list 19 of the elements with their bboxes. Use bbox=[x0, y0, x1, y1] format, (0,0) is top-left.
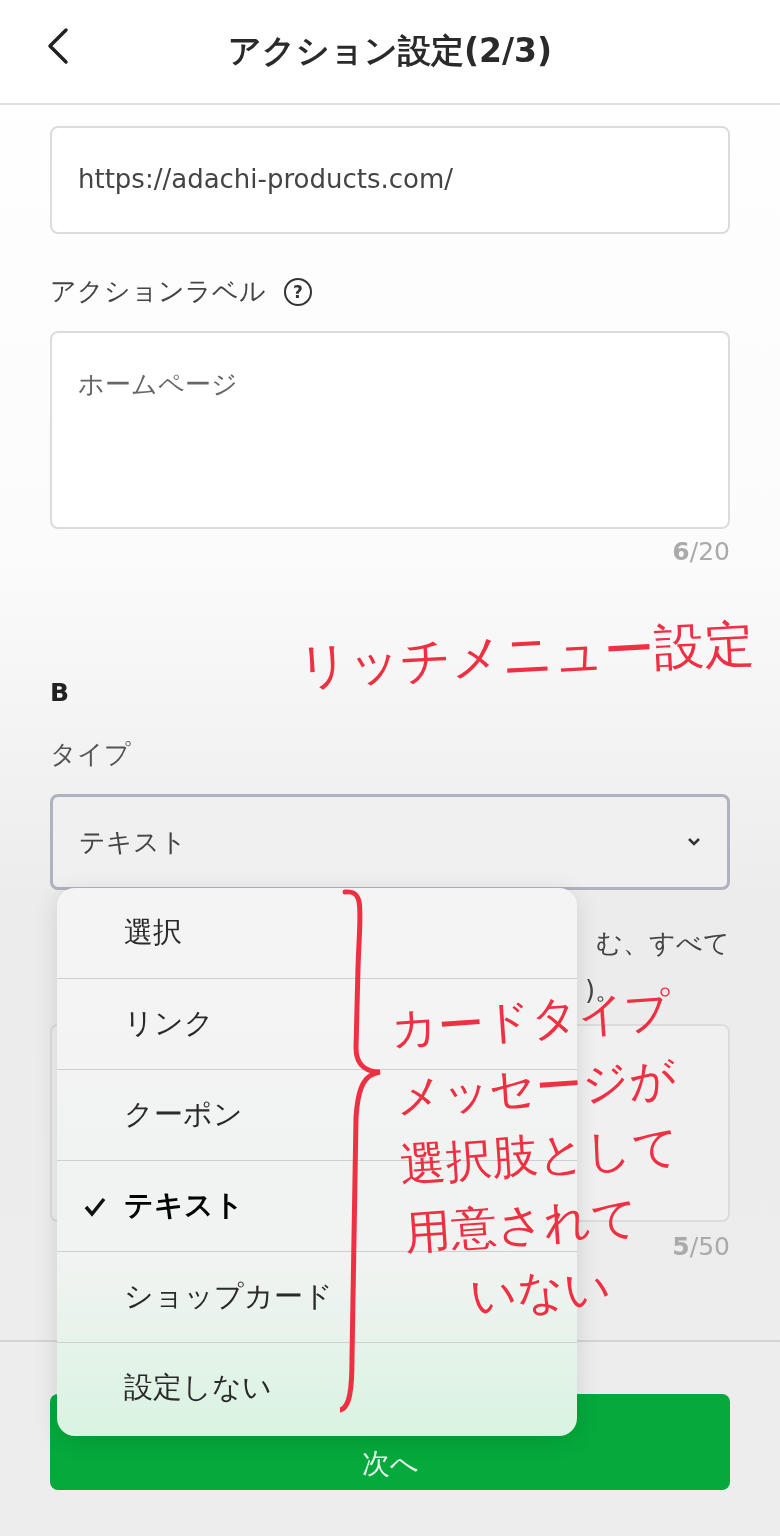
menu-option[interactable]: ショップカード bbox=[57, 1252, 394, 1342]
section-heading: B bbox=[50, 678, 71, 707]
check-icon bbox=[83, 1196, 107, 1218]
caret-icon bbox=[687, 837, 701, 847]
menu-option[interactable]: リンク bbox=[57, 979, 394, 1069]
screen-title: アクション設定(2/3) bbox=[227, 30, 553, 72]
menu-option[interactable]: クーポン bbox=[57, 1070, 394, 1160]
text-area[interactable]: ホームページ bbox=[50, 331, 730, 529]
character-counter: 5/50 bbox=[672, 1232, 730, 1261]
type-select[interactable]: テキスト bbox=[50, 794, 730, 890]
menu-option[interactable]: テキスト bbox=[57, 1161, 394, 1251]
menu-option[interactable]: 選択 bbox=[57, 888, 394, 978]
field-label: タイプ bbox=[50, 738, 132, 771]
field-label: アクションラベル bbox=[50, 275, 266, 308]
hint-text: む、すべて bbox=[596, 927, 730, 960]
handwritten-note: リッチメニュー設定 bbox=[296, 613, 756, 698]
url-field[interactable]: https://adachi-products.com/ bbox=[50, 126, 730, 234]
help-icon[interactable]: ? bbox=[284, 277, 312, 306]
character-counter: 6/20 bbox=[672, 537, 730, 566]
